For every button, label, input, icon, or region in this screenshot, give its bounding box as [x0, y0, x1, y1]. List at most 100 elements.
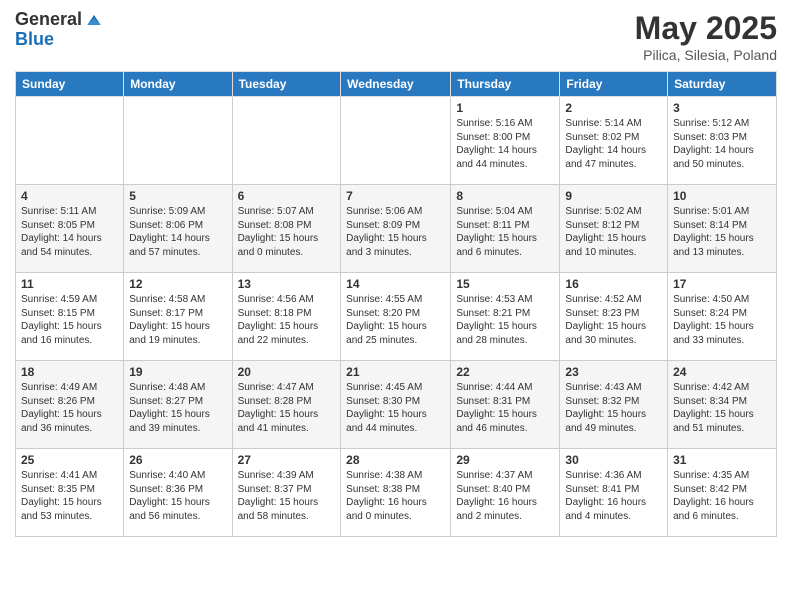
- day-content: Sunrise: 4:36 AM Sunset: 8:41 PM Dayligh…: [565, 469, 662, 523]
- day-number: 31: [673, 453, 771, 467]
- day-number: 30: [565, 453, 662, 467]
- day-content: Sunrise: 4:59 AM Sunset: 8:15 PM Dayligh…: [21, 293, 118, 347]
- calendar-header-row: SundayMondayTuesdayWednesdayThursdayFrid…: [16, 72, 777, 97]
- calendar-header-monday: Monday: [124, 72, 232, 97]
- calendar-cell: 6 Sunrise: 5:07 AM Sunset: 8:08 PM Daylig…: [232, 185, 341, 273]
- calendar-cell: 10 Sunrise: 5:01 AM Sunset: 8:14 PM Dayli…: [668, 185, 777, 273]
- day-content: Sunrise: 5:14 AM Sunset: 8:02 PM Dayligh…: [565, 117, 662, 171]
- day-number: 24: [673, 365, 771, 379]
- day-number: 6: [238, 189, 336, 203]
- calendar-cell: 17 Sunrise: 4:50 AM Sunset: 8:24 PM Dayli…: [668, 273, 777, 361]
- calendar-cell: 26Sunrise: 4:40 AM Sunset: 8:36 PM Dayli…: [124, 449, 232, 537]
- day-content: Sunrise: 4:41 AM Sunset: 8:35 PM Dayligh…: [21, 469, 118, 523]
- page-container: General Blue May 2025 Pilica, Silesia, P…: [0, 0, 792, 547]
- calendar-cell: 20 Sunrise: 4:47 AM Sunset: 8:28 PM Dayli…: [232, 361, 341, 449]
- day-content: Sunrise: 5:06 AM Sunset: 8:09 PM Dayligh…: [346, 205, 445, 259]
- calendar-cell: 12Sunrise: 4:58 AM Sunset: 8:17 PM Dayli…: [124, 273, 232, 361]
- day-number: 4: [21, 189, 118, 203]
- day-content: Sunrise: 4:53 AM Sunset: 8:21 PM Dayligh…: [456, 293, 554, 347]
- day-number: 3: [673, 101, 771, 115]
- day-content: Sunrise: 5:01 AM Sunset: 8:14 PM Dayligh…: [673, 205, 771, 259]
- header: General Blue May 2025 Pilica, Silesia, P…: [15, 10, 777, 63]
- day-content: Sunrise: 5:11 AM Sunset: 8:05 PM Dayligh…: [21, 205, 118, 259]
- day-number: 25: [21, 453, 118, 467]
- calendar-cell: 3 Sunrise: 5:12 AM Sunset: 8:03 PM Daylig…: [668, 97, 777, 185]
- calendar-cell: 16Sunrise: 4:52 AM Sunset: 8:23 PM Dayli…: [560, 273, 668, 361]
- day-number: 5: [129, 189, 226, 203]
- day-number: 23: [565, 365, 662, 379]
- logo-blue-text: Blue: [15, 29, 54, 49]
- day-content: Sunrise: 4:45 AM Sunset: 8:30 PM Dayligh…: [346, 381, 445, 435]
- calendar-cell: 25 Sunrise: 4:41 AM Sunset: 8:35 PM Dayli…: [16, 449, 124, 537]
- day-content: Sunrise: 4:38 AM Sunset: 8:38 PM Dayligh…: [346, 469, 445, 523]
- day-content: Sunrise: 4:39 AM Sunset: 8:37 PM Dayligh…: [238, 469, 336, 523]
- day-content: Sunrise: 4:47 AM Sunset: 8:28 PM Dayligh…: [238, 381, 336, 435]
- day-number: 27: [238, 453, 336, 467]
- day-number: 20: [238, 365, 336, 379]
- day-content: Sunrise: 4:48 AM Sunset: 8:27 PM Dayligh…: [129, 381, 226, 435]
- logo-icon: [84, 10, 104, 30]
- day-number: 14: [346, 277, 445, 291]
- calendar-cell: 8 Sunrise: 5:04 AM Sunset: 8:11 PM Daylig…: [451, 185, 560, 273]
- calendar-header-thursday: Thursday: [451, 72, 560, 97]
- calendar-cell: [232, 97, 341, 185]
- logo: General Blue: [15, 10, 104, 50]
- calendar-cell: 31 Sunrise: 4:35 AM Sunset: 8:42 PM Dayli…: [668, 449, 777, 537]
- day-number: 9: [565, 189, 662, 203]
- day-content: Sunrise: 5:16 AM Sunset: 8:00 PM Dayligh…: [456, 117, 554, 171]
- day-number: 7: [346, 189, 445, 203]
- day-content: Sunrise: 4:37 AM Sunset: 8:40 PM Dayligh…: [456, 469, 554, 523]
- calendar-cell: 14 Sunrise: 4:55 AM Sunset: 8:20 PM Dayli…: [341, 273, 451, 361]
- day-number: 17: [673, 277, 771, 291]
- calendar-week-1: 1 Sunrise: 5:16 AM Sunset: 8:00 PM Daylig…: [16, 97, 777, 185]
- day-number: 26: [129, 453, 226, 467]
- calendar-cell: 19 Sunrise: 4:48 AM Sunset: 8:27 PM Dayli…: [124, 361, 232, 449]
- calendar-cell: 23 Sunrise: 4:43 AM Sunset: 8:32 PM Dayli…: [560, 361, 668, 449]
- calendar-cell: 4 Sunrise: 5:11 AM Sunset: 8:05 PM Daylig…: [16, 185, 124, 273]
- day-number: 2: [565, 101, 662, 115]
- calendar-header-saturday: Saturday: [668, 72, 777, 97]
- day-content: Sunrise: 5:04 AM Sunset: 8:11 PM Dayligh…: [456, 205, 554, 259]
- calendar-cell: 24 Sunrise: 4:42 AM Sunset: 8:34 PM Dayli…: [668, 361, 777, 449]
- day-number: 13: [238, 277, 336, 291]
- logo-general-text: General: [15, 10, 82, 30]
- day-content: Sunrise: 4:56 AM Sunset: 8:18 PM Dayligh…: [238, 293, 336, 347]
- calendar-week-3: 11Sunrise: 4:59 AM Sunset: 8:15 PM Dayli…: [16, 273, 777, 361]
- day-number: 12: [129, 277, 226, 291]
- calendar-cell: 11Sunrise: 4:59 AM Sunset: 8:15 PM Dayli…: [16, 273, 124, 361]
- calendar-header-wednesday: Wednesday: [341, 72, 451, 97]
- day-content: Sunrise: 4:42 AM Sunset: 8:34 PM Dayligh…: [673, 381, 771, 435]
- day-content: Sunrise: 5:12 AM Sunset: 8:03 PM Dayligh…: [673, 117, 771, 171]
- day-number: 1: [456, 101, 554, 115]
- day-number: 19: [129, 365, 226, 379]
- calendar-week-4: 18 Sunrise: 4:49 AM Sunset: 8:26 PM Dayli…: [16, 361, 777, 449]
- day-number: 15: [456, 277, 554, 291]
- day-number: 22: [456, 365, 554, 379]
- calendar-table: SundayMondayTuesdayWednesdayThursdayFrid…: [15, 71, 777, 537]
- day-number: 21: [346, 365, 445, 379]
- day-number: 18: [21, 365, 118, 379]
- calendar-cell: 28 Sunrise: 4:38 AM Sunset: 8:38 PM Dayli…: [341, 449, 451, 537]
- day-content: Sunrise: 4:35 AM Sunset: 8:42 PM Dayligh…: [673, 469, 771, 523]
- day-content: Sunrise: 4:49 AM Sunset: 8:26 PM Dayligh…: [21, 381, 118, 435]
- calendar-cell: 27 Sunrise: 4:39 AM Sunset: 8:37 PM Dayli…: [232, 449, 341, 537]
- day-content: Sunrise: 4:43 AM Sunset: 8:32 PM Dayligh…: [565, 381, 662, 435]
- day-content: Sunrise: 5:02 AM Sunset: 8:12 PM Dayligh…: [565, 205, 662, 259]
- day-number: 16: [565, 277, 662, 291]
- day-content: Sunrise: 4:50 AM Sunset: 8:24 PM Dayligh…: [673, 293, 771, 347]
- calendar-cell: 1 Sunrise: 5:16 AM Sunset: 8:00 PM Daylig…: [451, 97, 560, 185]
- day-number: 29: [456, 453, 554, 467]
- title-block: May 2025 Pilica, Silesia, Poland: [635, 10, 777, 63]
- calendar-cell: 5 Sunrise: 5:09 AM Sunset: 8:06 PM Daylig…: [124, 185, 232, 273]
- day-content: Sunrise: 4:55 AM Sunset: 8:20 PM Dayligh…: [346, 293, 445, 347]
- day-number: 8: [456, 189, 554, 203]
- calendar-cell: 21 Sunrise: 4:45 AM Sunset: 8:30 PM Dayli…: [341, 361, 451, 449]
- calendar-cell: 29 Sunrise: 4:37 AM Sunset: 8:40 PM Dayli…: [451, 449, 560, 537]
- calendar-header-tuesday: Tuesday: [232, 72, 341, 97]
- month-title: May 2025: [635, 10, 777, 47]
- day-number: 10: [673, 189, 771, 203]
- calendar-cell: 9 Sunrise: 5:02 AM Sunset: 8:12 PM Daylig…: [560, 185, 668, 273]
- day-number: 28: [346, 453, 445, 467]
- day-content: Sunrise: 5:09 AM Sunset: 8:06 PM Dayligh…: [129, 205, 226, 259]
- day-content: Sunrise: 5:07 AM Sunset: 8:08 PM Dayligh…: [238, 205, 336, 259]
